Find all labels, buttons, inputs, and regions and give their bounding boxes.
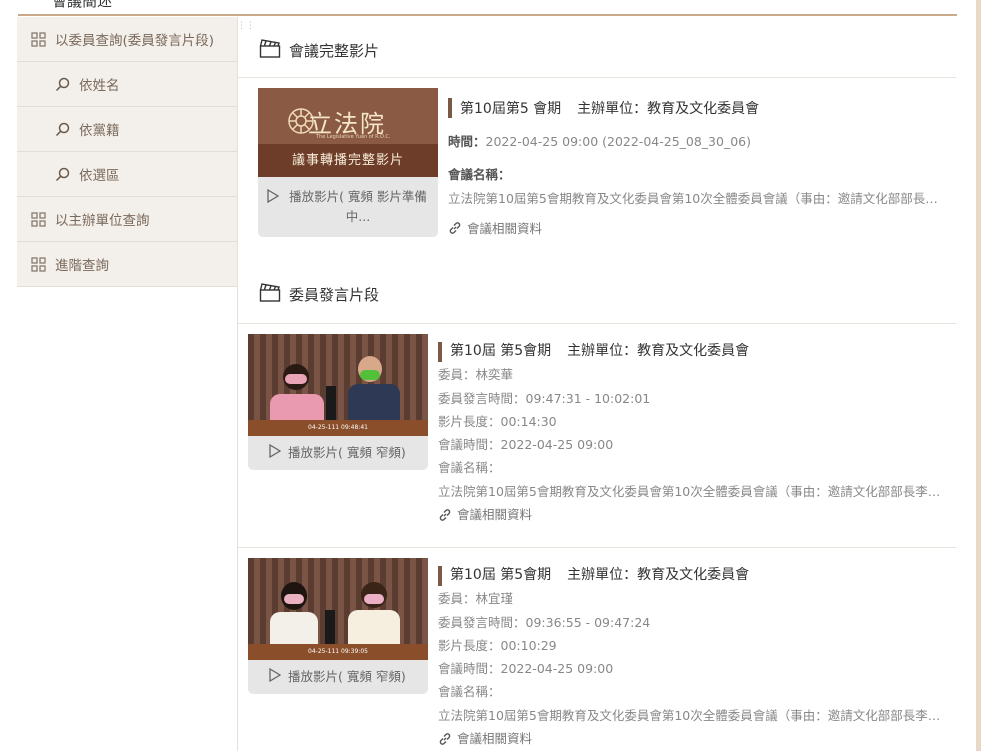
divider: [238, 77, 956, 78]
link-label: 會議相關資料: [457, 731, 533, 747]
grid-icon: [29, 210, 47, 228]
speaker-mask: [360, 370, 380, 380]
play-video-label: 播放影片( 寬頻 影片準備中...: [289, 189, 427, 224]
clip-info: 第10屆 第5會期 主辦單位：教育及文化委員會 委員：林宜瑾 委員發言時間：09…: [438, 564, 948, 750]
meeting-docs-link[interactable]: 會議相關資料: [438, 727, 948, 750]
link-icon: [439, 732, 451, 745]
organizer-text: 主辦單位：教育及文化委員會: [567, 343, 750, 359]
thumbnail-band-text: 議事轉播完整影片: [258, 144, 438, 177]
speech-time: 委員發言時間：09:36:55 - 09:47:24: [438, 614, 651, 630]
thumbnail-timestamp: 04-25-111 09:39:05: [248, 644, 428, 660]
meeting-heading: 第10屆 第5會期 主辦單位：教育及文化委員會: [438, 564, 948, 587]
sidebar-item-label: 依選區: [79, 168, 120, 184]
sidebar-item-label: 以主辦單位查詢: [55, 213, 150, 229]
meeting-docs-link[interactable]: 會議相關資料: [438, 503, 948, 526]
organizer-text: 主辦單位：教育及文化委員會: [577, 101, 760, 117]
section-title-text: 委員發言片段: [289, 285, 380, 304]
speaker-figure: [348, 384, 400, 424]
sidebar-item-advanced[interactable]: 進階查詢: [17, 242, 237, 287]
section-title-text: 會議完整影片: [289, 41, 380, 60]
search-icon: [53, 120, 71, 138]
accent-bar: [438, 341, 442, 362]
accent-bar: [438, 565, 442, 586]
play-icon: [268, 667, 282, 687]
meeting-name: 立法院第10屆第5會期教育及文化委員會第10次全體委員會議（事由：邀請文化部部長…: [448, 191, 948, 206]
full-video-info: 第10屆第5 會期 主辦單位：教育及文化委員會 時間：2022-04-25 09…: [448, 98, 948, 237]
member-name: 委員：林奕華: [438, 367, 514, 383]
play-video-button[interactable]: 播放影片( 寬頻 影片準備中...: [258, 177, 438, 237]
sidebar-item-label: 依姓名: [79, 78, 120, 94]
speaker-mask: [364, 594, 384, 604]
clip-info: 第10屆 第5會期 主辦單位：教育及文化委員會 委員：林奕華 委員發言時間：09…: [438, 340, 948, 526]
session-text: 第10屆第5 會期: [460, 101, 562, 117]
link-icon: [449, 221, 461, 234]
speaker-mask: [285, 374, 307, 384]
meeting-name-label: 會議名稱：: [448, 167, 511, 182]
section-title-full-video: 會議完整影片: [259, 38, 379, 62]
accent-bar: [448, 98, 452, 118]
play-video-button[interactable]: 播放影片( 寬頻 窄頻): [248, 660, 428, 694]
microphone-stand: [326, 386, 336, 422]
speech-time: 委員發言時間：09:47:31 - 10:02:01: [438, 390, 651, 406]
link-icon: [439, 508, 451, 521]
clip-thumbnail[interactable]: 04-25-111 09:39:05: [248, 558, 428, 660]
sidebar: 以委員查詢(委員發言片段) 依姓名 依黨籍 依選區 以主辦單位查詢 進階查詢: [17, 17, 237, 287]
meeting-name: 立法院第10屆第5會期教育及文化委員會第10次全體委員會議（事由：邀請文化部部長…: [438, 707, 948, 723]
clapperboard-icon: [259, 282, 281, 306]
organizer-text: 主辦單位：教育及文化委員會: [567, 567, 750, 583]
meeting-heading: 第10屆 第5會期 主辦單位：教育及文化委員會: [438, 340, 948, 363]
sidebar-item-by-name[interactable]: 依姓名: [17, 62, 237, 107]
sidebar-item-label: 以委員查詢(委員發言片段): [55, 33, 215, 49]
sidebar-item-label: 依黨籍: [79, 123, 120, 139]
search-icon: [53, 165, 71, 183]
clapperboard-icon: [259, 38, 281, 62]
grid-icon: [29, 255, 47, 273]
grid-icon: [29, 30, 47, 48]
session-text: 第10屆 第5會期: [450, 343, 552, 359]
time-label: 時間：: [448, 134, 486, 149]
top-divider: [18, 14, 957, 16]
time-value: 2022-04-25 09:00 (2022-04-25_08_30_06): [485, 134, 751, 149]
sidebar-item-by-party[interactable]: 依黨籍: [17, 107, 237, 152]
video-length: 影片長度：00:14:30: [438, 413, 557, 429]
play-video-label: 播放影片( 寬頻 窄頻): [288, 669, 406, 684]
thumbnail-logo-subtext: The Legislative Yuan of R.O.C.: [316, 134, 391, 140]
sidebar-item-by-organizer[interactable]: 以主辦單位查詢: [17, 197, 237, 242]
link-label: 會議相關資料: [457, 507, 533, 523]
meeting-docs-link[interactable]: 會議相關資料: [448, 218, 948, 237]
divider: [238, 547, 956, 548]
play-icon: [268, 443, 282, 463]
microphone-stand: [325, 610, 335, 646]
meeting-name-label: 會議名稱：: [438, 684, 501, 700]
meeting-time: 會議時間：2022-04-25 09:00: [438, 661, 614, 677]
speaker-mask: [284, 594, 304, 604]
meeting-name-label: 會議名稱：: [438, 460, 501, 476]
search-icon: [53, 75, 71, 93]
session-text: 第10屆 第5會期: [450, 567, 552, 583]
section-title-speech-clips: 委員發言片段: [259, 282, 379, 306]
video-length: 影片長度：00:10:29: [438, 637, 557, 653]
play-video-label: 播放影片( 寬頻 窄頻): [288, 445, 406, 460]
clip-thumbnail[interactable]: 04-25-111 09:48:41: [248, 334, 428, 436]
header-title: 會議簡述: [52, 0, 113, 10]
thumbnail-timestamp: 04-25-111 09:48:41: [248, 420, 428, 436]
meeting-heading: 第10屆第5 會期 主辦單位：教育及文化委員會: [448, 98, 948, 118]
play-icon: [266, 188, 280, 227]
speaker-figure: [348, 610, 400, 648]
sidebar-item-label: 進階查詢: [55, 258, 109, 274]
full-video-thumbnail[interactable]: 立法院 The Legislative Yuan of R.O.C. 議事轉播完…: [258, 88, 438, 177]
divider: [238, 323, 956, 324]
link-label: 會議相關資料: [467, 221, 543, 236]
play-video-button[interactable]: 播放影片( 寬頻 窄頻): [248, 436, 428, 470]
page-scrollbar[interactable]: [976, 0, 981, 751]
meeting-name: 立法院第10屆第5會期教育及文化委員會第10次全體委員會議（事由：邀請文化部部長…: [438, 483, 948, 499]
member-name: 委員：林宜瑾: [438, 591, 514, 607]
resize-handle[interactable]: ⋮⋮: [237, 22, 255, 31]
speaker-figure: [270, 612, 318, 648]
sidebar-item-by-member[interactable]: 以委員查詢(委員發言片段): [17, 17, 237, 62]
header-stub: 會議簡述: [18, 0, 218, 10]
meeting-time: 會議時間：2022-04-25 09:00: [438, 437, 614, 453]
sidebar-item-by-district[interactable]: 依選區: [17, 152, 237, 197]
sidebar-divider: [237, 17, 238, 751]
